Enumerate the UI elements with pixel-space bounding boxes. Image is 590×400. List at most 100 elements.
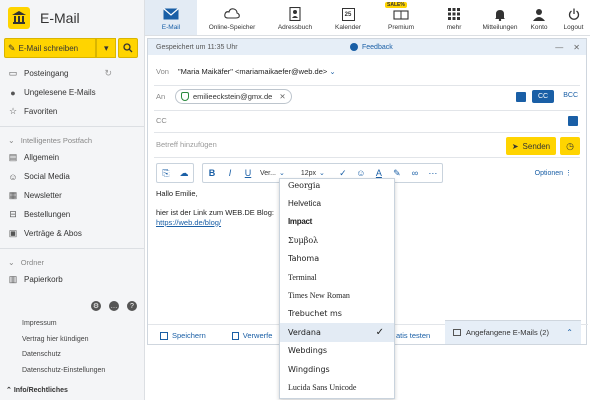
- discard-button[interactable]: Verwerfe: [231, 331, 272, 340]
- chevron-down-icon: ⌄: [8, 135, 15, 145]
- user-icon: [531, 7, 547, 21]
- schedule-send-button[interactable]: ◷: [560, 137, 580, 155]
- font-option[interactable]: Helvetica: [280, 194, 394, 212]
- remove-recipient-icon[interactable]: ✕: [279, 92, 285, 101]
- chat-icon[interactable]: …: [109, 301, 119, 311]
- sidebar-item-label: Verträge & Abos: [24, 229, 82, 238]
- message-body[interactable]: Hallo Emilie, hier ist der Link zum WEB.…: [156, 189, 274, 227]
- checkmark-icon: ✓: [375, 326, 384, 338]
- font-family-select[interactable]: Ver... ⌄: [257, 169, 288, 178]
- section-smart-inbox[interactable]: ⌄ Intelligentes Postfach: [0, 132, 144, 148]
- font-option[interactable]: Συμβολ: [280, 231, 394, 249]
- refresh-icon[interactable]: ↻: [104, 68, 112, 79]
- font-option[interactable]: Trebuchet ms: [280, 305, 394, 323]
- feedback-icon: [350, 43, 358, 51]
- sidebar-item-social[interactable]: ☺ Social Media: [0, 167, 144, 186]
- footer-link-impressum[interactable]: Impressum: [0, 316, 145, 332]
- footer-info-toggle[interactable]: ⌃ Info/Rechtliches: [6, 386, 68, 394]
- bold-icon[interactable]: B: [203, 164, 221, 182]
- sidebar-item-label: Papierkorb: [24, 275, 63, 284]
- font-option[interactable]: Times New Roman: [280, 286, 394, 304]
- font-option[interactable]: Impact: [280, 213, 394, 231]
- body-link[interactable]: https://web.de/blog/: [156, 218, 274, 228]
- addressbook-icon[interactable]: [516, 92, 526, 102]
- section-folders[interactable]: ⌄ Ordner: [0, 254, 144, 270]
- sidebar-item-newsletter[interactable]: ▦ Newsletter: [0, 186, 144, 205]
- mail-icon: [163, 7, 179, 21]
- envelope-icon: [453, 329, 461, 336]
- chevron-down-icon: ⌄: [319, 170, 325, 177]
- link-icon[interactable]: ∞: [406, 164, 424, 182]
- sidebar-item-favorites[interactable]: ☆ Favoriten: [0, 102, 144, 121]
- addressbook-icon[interactable]: [568, 116, 578, 126]
- font-option[interactable]: Wingdings: [280, 360, 394, 378]
- font-option[interactable]: Georgia: [280, 179, 394, 194]
- cloud-upload-icon[interactable]: ☁: [175, 164, 193, 182]
- from-select[interactable]: "Maria Maikäfer" <mariamaikaefer@web.de>…: [178, 67, 336, 76]
- feedback-label: Feedback: [362, 43, 393, 51]
- divider: [154, 157, 580, 158]
- font-size-select[interactable]: 12px ⌄: [298, 169, 328, 178]
- compose-dropdown-button[interactable]: ▾: [96, 38, 117, 58]
- tab-notifications[interactable]: Mitteilungen: [479, 0, 521, 35]
- newsletter-icon: ▦: [8, 190, 18, 200]
- sidebar-item-label: Posteingang: [24, 69, 69, 78]
- feedback-link[interactable]: Feedback: [350, 43, 393, 51]
- drafts-bar[interactable]: Angefangene E-Mails (2) ⌃: [445, 320, 581, 344]
- tab-label: Logout: [563, 24, 584, 31]
- tab-more[interactable]: mehr: [429, 0, 479, 35]
- sidebar-item-unread[interactable]: ● Ungelesene E-Mails: [0, 83, 144, 102]
- close-icon[interactable]: ✕: [573, 43, 580, 52]
- inbox-icon: ▭: [8, 68, 18, 78]
- send-button[interactable]: ➤ Senden: [506, 137, 556, 155]
- tab-label: mehr: [446, 24, 462, 31]
- bcc-button[interactable]: BCC: [563, 92, 578, 99]
- social-icon: ☺: [8, 171, 18, 182]
- more-icon[interactable]: ⋯: [424, 164, 442, 182]
- sidebar-item-orders[interactable]: ⊟ Bestellungen: [0, 205, 144, 224]
- font-option[interactable]: Webdings: [280, 342, 394, 360]
- options-menu[interactable]: Optionen ⋮: [535, 169, 572, 177]
- font-option[interactable]: Tahoma: [280, 250, 394, 268]
- underline-icon[interactable]: U: [239, 164, 257, 182]
- help-icon[interactable]: ?: [127, 301, 137, 311]
- tab-email[interactable]: E-Mail: [145, 0, 197, 35]
- compose-button[interactable]: ✎ E-Mail schreiben: [4, 38, 97, 58]
- trash-icon: [231, 331, 239, 340]
- webde-logo[interactable]: [8, 7, 30, 29]
- sidebar-item-inbox[interactable]: ▭ Posteingang ↻: [0, 64, 144, 83]
- tab-calendar[interactable]: 25 Kalender: [323, 0, 373, 35]
- saved-status: Gespeichert um 11:35 Uhr: [156, 43, 238, 51]
- footer-link-privacy[interactable]: Datenschutz: [0, 347, 145, 363]
- to-label: An: [156, 92, 166, 101]
- drafts-label: Angefangene E-Mails (2): [466, 328, 549, 337]
- cc-button[interactable]: CC: [532, 90, 554, 103]
- recipient-chip[interactable]: emilieeckstein@gmx.de ✕: [175, 89, 292, 104]
- font-option[interactable]: Terminal: [280, 268, 394, 286]
- save-button[interactable]: Speichern: [160, 331, 206, 340]
- attachment-icon[interactable]: ⎘: [157, 164, 175, 182]
- sidebar-item-trash[interactable]: ▥ Papierkorb: [0, 270, 144, 289]
- test-link[interactable]: atis testen: [396, 331, 430, 340]
- gear-icon[interactable]: ⚙: [91, 301, 101, 311]
- tab-online-storage[interactable]: Online-Speicher: [197, 0, 267, 35]
- calendar-day: 25: [344, 11, 352, 18]
- font-option[interactable]: Lucida Sans Unicode: [280, 378, 394, 396]
- tab-logout[interactable]: Logout: [557, 0, 590, 35]
- font-option-selected[interactable]: Verdana ✓: [280, 323, 394, 342]
- minimize-icon[interactable]: —: [555, 43, 563, 52]
- compose-status-bar: Gespeichert um 11:35 Uhr Feedback — ✕: [148, 39, 586, 55]
- tab-addressbook[interactable]: Adressbuch: [267, 0, 323, 35]
- footer-link-privacy-settings[interactable]: Datenschutz-Einstellungen: [0, 363, 145, 379]
- search-button[interactable]: [118, 38, 139, 58]
- subject-input[interactable]: Betreff hinzufügen: [156, 140, 217, 149]
- to-row: An emilieeckstein@gmx.de ✕ CC BCC: [148, 89, 588, 104]
- app-title: E-Mail: [40, 10, 80, 26]
- tab-account[interactable]: Konto: [521, 0, 557, 35]
- footer-link-cancel-contract[interactable]: Vertrag hier kündigen: [0, 332, 145, 348]
- sidebar-item-allgemein[interactable]: ▤ Allgemein: [0, 148, 144, 167]
- sidebar-item-contracts[interactable]: ▣ Verträge & Abos: [0, 224, 144, 243]
- italic-icon[interactable]: I: [221, 164, 239, 182]
- power-icon: [566, 7, 582, 21]
- chevron-down-icon: ⌄: [8, 257, 15, 267]
